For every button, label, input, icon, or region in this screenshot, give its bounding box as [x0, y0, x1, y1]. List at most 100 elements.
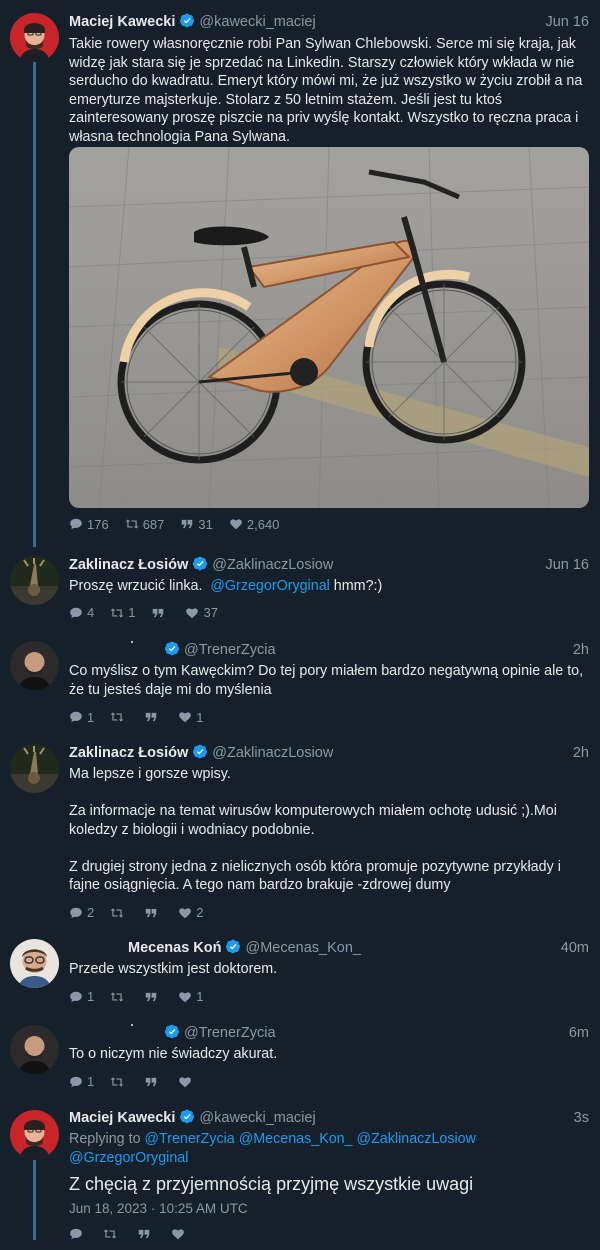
author-handle[interactable]: @TrenerZycia [184, 642, 276, 658]
tweet-header: Maciej Kawecki @kawecki_maciej Jun 16 [69, 11, 589, 31]
author-name[interactable]: Mecenas Koń [128, 940, 221, 956]
author-handle[interactable]: @ZaklinaczLosiow [212, 557, 333, 573]
retweet-button[interactable]: 687 [125, 516, 165, 532]
like-icon [185, 606, 199, 620]
author-name[interactable]: Maciej Kawecki [69, 14, 175, 30]
avatar[interactable] [10, 744, 59, 793]
tweet-photo-bicycle[interactable] [69, 147, 589, 508]
tweet-reply[interactable]: Mecenas Koń @Mecenas_Kon_ 40m Przede wsz… [0, 928, 600, 1013]
author-name[interactable]: Zaklinacz Łosiów [69, 745, 188, 761]
tweet-header: @TrenerZycia 2h [69, 639, 589, 659]
reply-button[interactable]: 1 [69, 989, 94, 1004]
replying-to-mention-extra[interactable]: @GrzegorOryginal [69, 1150, 188, 1166]
mention-link[interactable]: @GrzegorOryginal [210, 578, 329, 594]
reply-button[interactable]: 2 [69, 905, 94, 920]
quote-button[interactable] [137, 1227, 155, 1241]
like-button[interactable]: 1 [178, 710, 203, 725]
author-name[interactable]: Zaklinacz Łosiów [69, 557, 188, 573]
quote-button[interactable] [144, 1075, 162, 1089]
tweet-time[interactable]: 3s [574, 1110, 589, 1126]
retweet-count: 1 [128, 605, 136, 620]
verified-icon [226, 939, 241, 954]
reply-button[interactable]: 4 [69, 605, 94, 620]
avatar[interactable] [10, 556, 59, 605]
avatar[interactable] [10, 1110, 59, 1159]
quote-button[interactable] [144, 906, 162, 920]
tweet-time[interactable]: Jun 16 [545, 557, 589, 573]
quote-button[interactable] [144, 990, 162, 1004]
tweet-actions: 1 [69, 1073, 589, 1091]
replying-to-mentions[interactable]: @TrenerZycia @Mecenas_Kon_ @ZaklinaczLos… [145, 1131, 476, 1147]
author-handle[interactable]: @kawecki_maciej [199, 14, 315, 30]
tweet-time[interactable]: 40m [561, 940, 589, 956]
tweet-date[interactable]: Jun 18, 2023 · 10:25 AM UTC [69, 1201, 589, 1216]
like-button[interactable]: 2,640 [229, 516, 280, 532]
tweet-header: Maciej Kawecki @kawecki_maciej 3s [69, 1107, 589, 1127]
verified-icon [180, 1109, 195, 1124]
reply-count: 1 [87, 709, 95, 725]
like-button[interactable]: 37 [185, 605, 218, 620]
reply-count: 2 [87, 905, 95, 920]
tweet-reply[interactable]: Zaklinacz Łosiów @ZaklinaczLosiow 2h Ma … [0, 733, 600, 928]
like-button[interactable] [171, 1227, 189, 1241]
verified-icon [165, 1024, 180, 1039]
like-button[interactable]: 1 [178, 989, 203, 1004]
tweet-time[interactable]: Jun 16 [545, 14, 589, 30]
retweet-button[interactable] [110, 906, 128, 920]
verified-icon [193, 556, 208, 571]
author-name[interactable]: Maciej Kawecki [69, 1110, 175, 1126]
like-count: 2,640 [246, 516, 280, 532]
retweet-button[interactable] [110, 990, 128, 1004]
reply-button[interactable]: 1 [69, 710, 94, 725]
retweet-icon [110, 606, 124, 620]
retweet-button[interactable] [110, 710, 128, 724]
avatar[interactable] [10, 1025, 59, 1074]
tweet-time[interactable]: 6m [569, 1025, 589, 1041]
tweet-text: Ma lepsze i gorsze wpisy. Za informacje … [69, 766, 561, 893]
retweet-button[interactable] [110, 1075, 128, 1089]
like-button[interactable] [178, 1075, 196, 1089]
avatar[interactable] [10, 13, 59, 62]
reply-button[interactable]: 1 [69, 1074, 94, 1089]
quote-button[interactable]: 31 [180, 517, 213, 532]
author-handle[interactable]: @kawecki_maciej [199, 1110, 315, 1126]
like-icon [178, 990, 192, 1004]
tweet-actions: 176 687 31 2,640 [69, 515, 589, 533]
tweet-header: Mecenas Koń @Mecenas_Kon_ 40m [69, 937, 589, 957]
reply-count: 176 [87, 516, 109, 532]
like-button[interactable]: 2 [178, 905, 203, 920]
quote-button[interactable] [151, 606, 169, 620]
avatar[interactable] [10, 939, 59, 988]
tweet-text-end: hmm?:) [329, 578, 383, 594]
quote-button[interactable] [144, 710, 162, 724]
replying-to-label: Replying to [69, 1131, 145, 1147]
retweet-button[interactable] [103, 1227, 121, 1241]
reply-button[interactable] [69, 1227, 87, 1241]
reply-button[interactable]: 176 [69, 517, 109, 532]
retweet-count: 687 [142, 516, 165, 532]
reply-count: 1 [87, 989, 95, 1004]
quote-icon [144, 1075, 158, 1089]
tweet-reply[interactable]: @TrenerZycia 2h Co myślisz o tym Kawęcki… [0, 630, 600, 730]
replying-to: Replying to @TrenerZycia @Mecenas_Kon_ @… [69, 1130, 589, 1167]
quote-icon [137, 1227, 151, 1241]
avatar[interactable] [10, 641, 59, 690]
reply-icon [69, 606, 83, 620]
reply-icon [69, 1075, 83, 1089]
author-handle[interactable]: @ZaklinaczLosiow [212, 745, 333, 761]
quote-icon [151, 606, 165, 620]
retweet-button[interactable]: 1 [110, 605, 135, 620]
quote-icon [144, 906, 158, 920]
tweet-time[interactable]: 2h [573, 745, 589, 761]
tweet-reply[interactable]: @TrenerZycia 6m To o niczym nie świadczy… [0, 1013, 600, 1098]
verified-icon [165, 641, 180, 656]
tweet-time[interactable]: 2h [573, 642, 589, 658]
author-handle[interactable]: @Mecenas_Kon_ [245, 940, 360, 956]
reply-icon [69, 1227, 83, 1241]
tweet-header: @TrenerZycia 6m [69, 1022, 589, 1042]
tweet-reply[interactable]: Zaklinacz Łosiów @ZaklinaczLosiow Jun 16… [0, 545, 600, 630]
tweet-main[interactable]: Maciej Kawecki @kawecki_maciej Jun 16 Ta… [0, 0, 600, 545]
author-handle[interactable]: @TrenerZycia [184, 1025, 276, 1041]
tweet-focused[interactable]: Maciej Kawecki @kawecki_maciej 3s Replyi… [0, 1098, 600, 1250]
like-count: 1 [196, 989, 204, 1004]
